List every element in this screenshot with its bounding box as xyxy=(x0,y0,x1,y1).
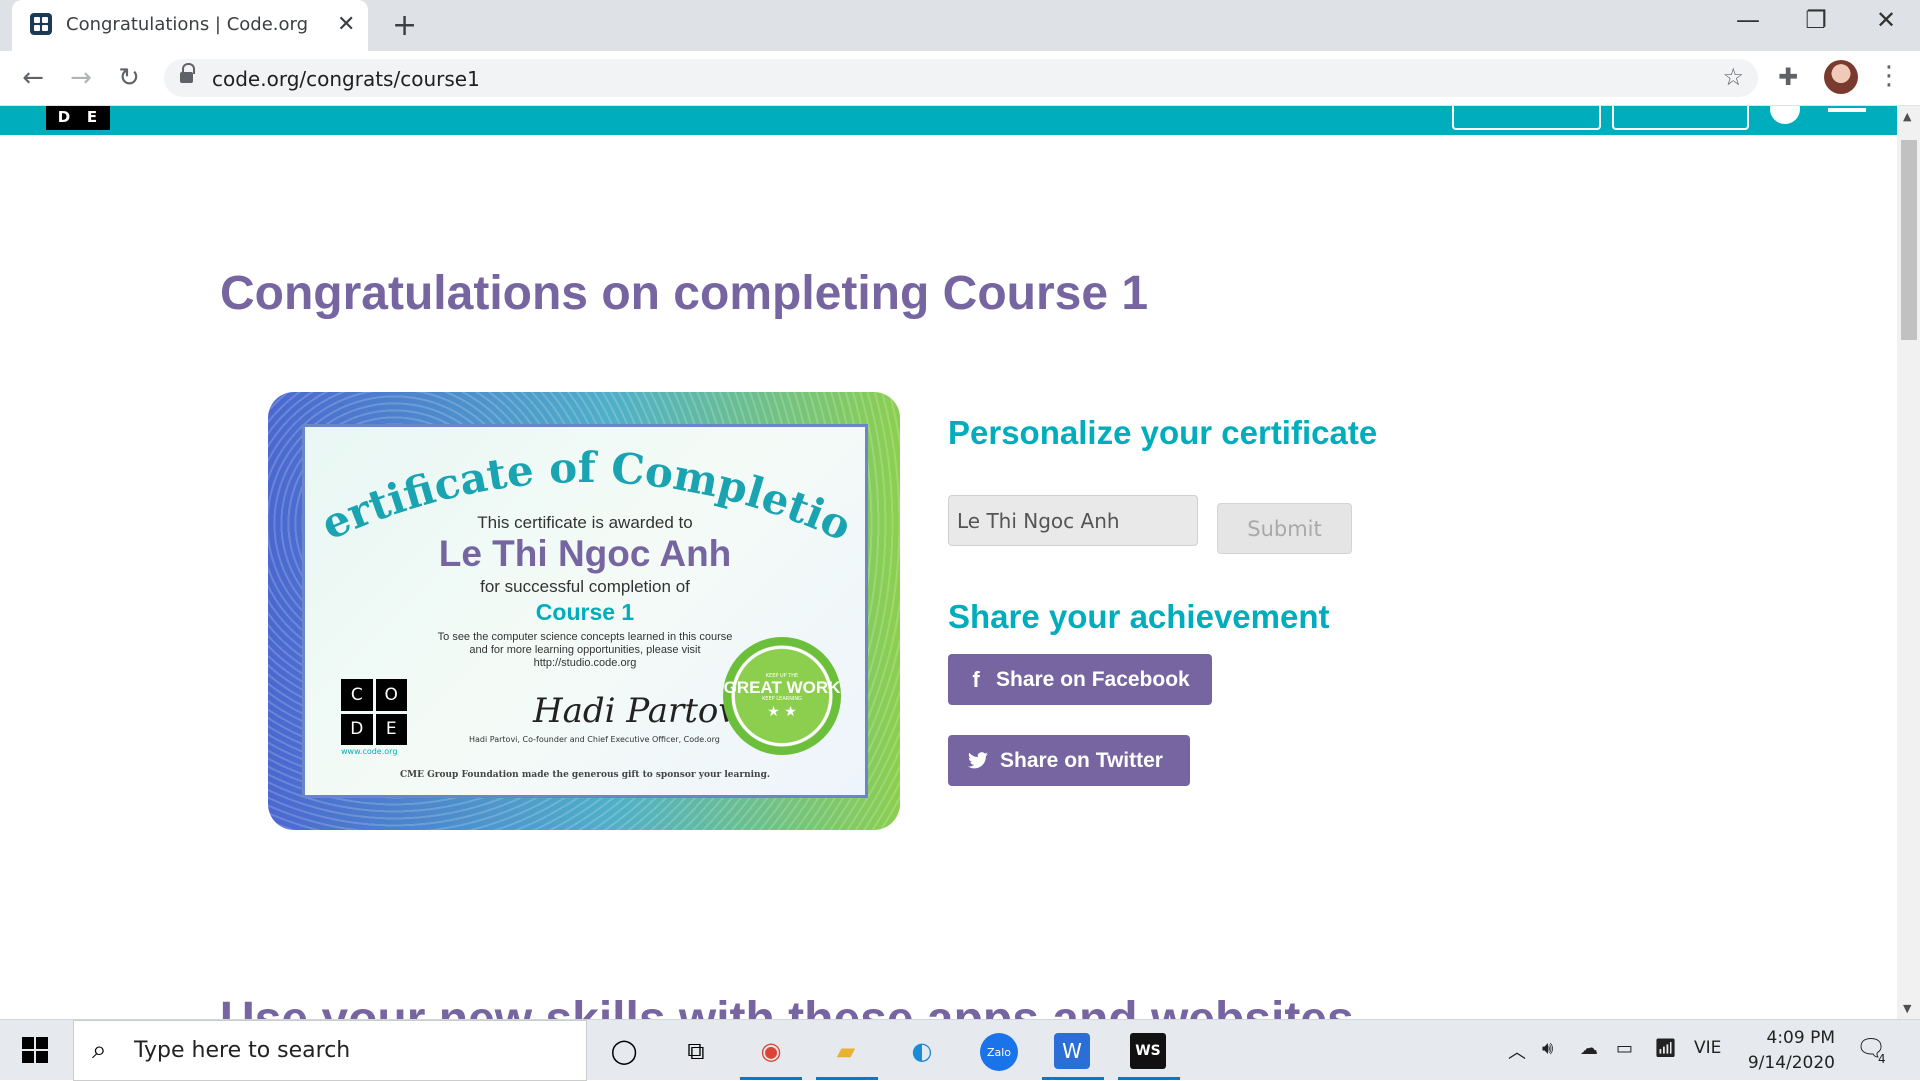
certificate-image: Certificate of Completion This certifica… xyxy=(268,392,900,830)
certificate-logo-url: www.code.org xyxy=(341,747,398,756)
certificate-course: Course 1 xyxy=(535,599,635,625)
share-heading: Share your achievement xyxy=(948,598,1330,635)
windows-taskbar: ⌕ Type here to search ◯ ⧉ ◉ ▰ ◐ Zalo W W… xyxy=(0,1019,1920,1081)
chrome-icon[interactable]: ◉ xyxy=(753,1033,789,1069)
reload-icon[interactable]: ↻ xyxy=(112,63,146,93)
certificate-recipient: Le Thi Ngoc Anh xyxy=(438,533,732,574)
edge-icon[interactable]: ◐ xyxy=(904,1033,940,1069)
windows-start-icon[interactable] xyxy=(22,1037,48,1063)
apps-section-title: Use your new skills with these apps and … xyxy=(220,992,1354,1019)
input-language[interactable]: VIE xyxy=(1694,1038,1721,1058)
code-org-logo[interactable]: D E xyxy=(46,106,110,130)
site-header: D E xyxy=(0,106,1897,135)
clock-date: 9/14/2020 xyxy=(1747,1053,1835,1073)
certificate-body: Certificate of Completion This certifica… xyxy=(302,424,868,798)
address-bar[interactable]: code.org/congrats/course1 ☆ xyxy=(164,59,1758,97)
personalize-heading: Personalize your certificate xyxy=(948,414,1378,451)
seal-sub-text: KEEP LEARNING xyxy=(762,695,802,702)
window-close-button[interactable]: ✕ xyxy=(1866,6,1906,34)
scroll-down-icon[interactable]: ▼ xyxy=(1903,1002,1911,1015)
lock-icon[interactable] xyxy=(180,63,195,83)
share-twitter-button[interactable]: Share on Twitter xyxy=(948,735,1190,786)
cortana-icon[interactable]: ◯ xyxy=(606,1033,642,1069)
url-text[interactable]: code.org/congrats/course1 xyxy=(212,67,480,91)
onedrive-cloud-icon[interactable]: ☁ xyxy=(1580,1038,1598,1059)
logo-letter: C xyxy=(341,679,373,711)
logo-letter: E xyxy=(375,713,407,745)
window-restore-button[interactable]: ❐ xyxy=(1796,6,1836,34)
tab-title: Congratulations | Code.org xyxy=(66,14,309,35)
new-tab-button[interactable]: + xyxy=(392,8,417,43)
seal-main-text: GREAT WORK xyxy=(723,677,841,697)
code-org-favicon-icon xyxy=(30,13,52,35)
certificate-name-input[interactable] xyxy=(948,495,1198,546)
bookmark-star-icon[interactable]: ☆ xyxy=(1722,63,1744,91)
header-button[interactable] xyxy=(1452,106,1601,130)
logo-letter: O xyxy=(375,679,407,711)
certificate-for-text: for successful completion of xyxy=(480,577,690,596)
certificate-signer: Hadi Partovi, Co-founder and Chief Execu… xyxy=(469,735,720,744)
page-title: Congratulations on completing Course 1 xyxy=(220,267,1149,320)
system-clock[interactable]: 4:09 PM 9/14/2020 xyxy=(1745,1026,1835,1076)
certificate-code-logo: C O D E xyxy=(341,679,407,745)
share-facebook-button[interactable]: f Share on Facebook xyxy=(948,654,1212,705)
certificate-signature: Hadi Partovi xyxy=(533,691,749,731)
page-viewport: D E Congratulations on completing Course… xyxy=(0,106,1897,1019)
help-icon[interactable] xyxy=(1770,106,1800,124)
volume-icon[interactable]: 🔊︎ xyxy=(1542,1038,1553,1059)
tab-close-icon[interactable]: ✕ xyxy=(337,12,355,37)
certificate-footer: CME Group Foundation made the generous g… xyxy=(399,770,771,780)
header-button[interactable] xyxy=(1612,106,1749,130)
zalo-icon[interactable]: Zalo xyxy=(980,1033,1018,1071)
file-explorer-icon[interactable]: ▰ xyxy=(828,1033,864,1069)
scrollbar-thumb[interactable] xyxy=(1901,140,1917,340)
battery-icon[interactable]: ▭ xyxy=(1616,1038,1633,1059)
page-scrollbar[interactable]: ▲ ▼ xyxy=(1897,106,1920,1019)
logo-letter: D xyxy=(57,108,71,126)
twitter-bird-icon xyxy=(968,752,988,769)
submit-button[interactable]: Submit xyxy=(1217,503,1352,554)
browser-tab-active[interactable]: Congratulations | Code.org ✕ xyxy=(12,0,368,51)
facebook-icon: f xyxy=(972,666,980,692)
clock-time: 4:09 PM xyxy=(1766,1028,1836,1048)
seal-stars-icon: ★ ★ xyxy=(767,703,797,720)
forward-arrow-icon[interactable]: → xyxy=(64,63,98,93)
hamburger-menu-icon[interactable] xyxy=(1828,108,1866,112)
wifi-icon[interactable]: 📶︎ xyxy=(1654,1038,1677,1059)
search-icon: ⌕ xyxy=(92,1035,107,1065)
great-work-seal: KEEP UP THE GREAT WORK KEEP LEARNING ★ ★ xyxy=(723,637,841,755)
wps-writer-icon[interactable]: W xyxy=(1054,1033,1090,1069)
browser-menu-icon[interactable]: ⋮ xyxy=(1876,61,1902,91)
certificate-awarded-text: This certificate is awarded to xyxy=(477,513,693,532)
window-minimize-button[interactable]: — xyxy=(1728,6,1768,34)
scroll-up-icon[interactable]: ▲ xyxy=(1903,110,1911,123)
logo-letter: E xyxy=(86,108,98,126)
browser-tab-strip: Congratulations | Code.org ✕ + — ❐ ✕ xyxy=(0,0,1920,51)
share-facebook-label: Share on Facebook xyxy=(996,667,1190,691)
notification-count-badge: 4 xyxy=(1878,1052,1886,1066)
profile-avatar[interactable] xyxy=(1824,60,1858,94)
webstorm-icon[interactable]: WS xyxy=(1130,1033,1166,1069)
task-view-icon[interactable]: ⧉ xyxy=(678,1033,714,1069)
show-hidden-icons-chevron-icon[interactable]: ︿ xyxy=(1508,1038,1526,1064)
taskbar-search-placeholder: Type here to search xyxy=(134,1038,351,1063)
back-arrow-icon[interactable]: ← xyxy=(16,63,50,93)
logo-letter: D xyxy=(341,713,373,745)
extensions-puzzle-icon[interactable]: ✚ xyxy=(1778,63,1798,91)
share-twitter-label: Share on Twitter xyxy=(1000,748,1163,772)
browser-toolbar: ← → ↻ code.org/congrats/course1 ☆ ✚ ⋮ xyxy=(0,51,1920,106)
taskbar-search-box[interactable]: ⌕ Type here to search xyxy=(73,1020,587,1081)
